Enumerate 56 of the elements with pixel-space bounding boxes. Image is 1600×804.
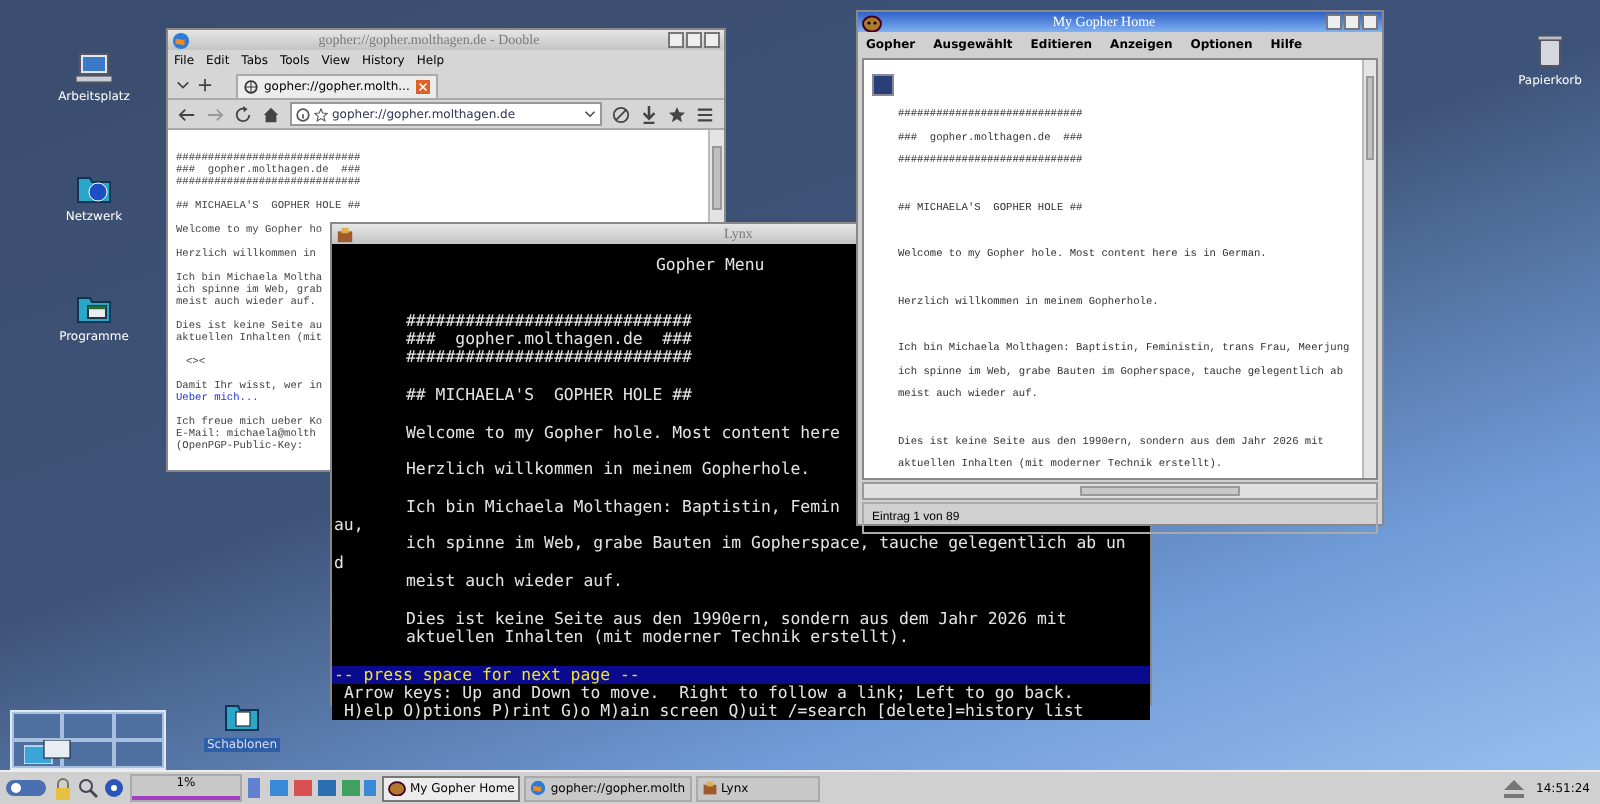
- eject-icon[interactable]: [1504, 779, 1525, 797]
- download-icon[interactable]: [640, 105, 658, 123]
- star-icon[interactable]: [314, 107, 328, 121]
- square-icon: [872, 74, 894, 96]
- terminal-text-line: Dies ist keine Seite aus den 1990ern, sondern aus dem Jahr 2026 mit: [406, 609, 1067, 628]
- terminal-text-line: Ich bin Michaela Molthagen: Baptistin, Femin: [406, 497, 840, 517]
- lock-icon[interactable]: [54, 777, 72, 799]
- terminal-text-line: meist auch wieder auf.: [406, 572, 623, 591]
- key-help-line: Arrow keys: Up and Down to move. Right to follow a link; Left to go back.: [342, 683, 1076, 703]
- globe-icon: [244, 80, 258, 94]
- terminal-text-line: Herzlich willkommen in meinem Gopherhole.: [406, 460, 811, 480]
- close-icon[interactable]: [415, 80, 430, 94]
- chevron-down-icon[interactable]: [176, 78, 190, 92]
- globe-icon: [530, 780, 547, 796]
- app-icon: [336, 225, 354, 243]
- reload-icon[interactable]: [234, 105, 252, 123]
- vertical-scrollbar[interactable]: [1362, 60, 1376, 479]
- quick-launch-icons-drawing[interactable]: [248, 778, 376, 798]
- terminal-text-line: ### gopher.molthagen.de ###: [406, 330, 692, 349]
- info-icon: [296, 107, 310, 121]
- search-icon[interactable]: [78, 778, 98, 798]
- terminal-text-line: ## MICHAELA'S GOPHER HOLE ##: [406, 386, 692, 405]
- mini-windows-icon: [24, 740, 72, 764]
- terminal-text-line: #############################: [406, 311, 692, 331]
- horizontal-scrollbar[interactable]: [862, 482, 1378, 501]
- status-prompt: -- press space for next page --: [332, 665, 1150, 684]
- window-buttons-icon[interactable]: [1326, 14, 1378, 30]
- terminal-text-line: Welcome to my Gopher hole. Most content here: [406, 423, 840, 442]
- gopher-icon: [862, 13, 882, 31]
- home-icon[interactable]: [262, 105, 280, 123]
- dropdown-caret-icon[interactable]: [584, 108, 596, 120]
- terminal-text-line: ich spinne im Web, grabe Bauten im Gopherspace, tauche gelegentlich ab un: [406, 534, 1126, 554]
- terminal-heading: Gopher Menu: [656, 256, 765, 275]
- app-icon: [701, 780, 718, 796]
- menu-icon[interactable]: [696, 105, 714, 123]
- network-folder-icon[interactable]: [76, 172, 112, 204]
- disc-icon[interactable]: [104, 778, 124, 798]
- gopher-icon: [388, 780, 406, 796]
- start-menu-icon[interactable]: [4, 776, 48, 800]
- stop-icon[interactable]: [612, 105, 630, 123]
- vertical-scrollbar[interactable]: [708, 130, 724, 222]
- desktop-pager[interactable]: [10, 710, 166, 770]
- window-buttons-icon[interactable]: [668, 32, 720, 48]
- bookmark-star-icon[interactable]: [668, 105, 686, 123]
- terminal-text-line: d: [334, 553, 344, 573]
- terminal-text-line: #############################: [406, 348, 692, 368]
- plus-icon[interactable]: [198, 78, 212, 92]
- back-icon[interactable]: [178, 105, 196, 123]
- programs-folder-icon[interactable]: [76, 292, 112, 324]
- trash-icon[interactable]: [1536, 32, 1564, 68]
- terminal-text-line: aktuellen Inhalten (mit moderner Technik erstellt).: [406, 627, 909, 647]
- key-help-line: H)elp O)ptions P)rint G)o M)ain screen Q)uit /=search [delete]=history list: [342, 702, 1086, 721]
- globe-icon: [172, 31, 190, 49]
- terminal-text-line: au,: [334, 516, 364, 535]
- computer-icon[interactable]: [76, 52, 112, 84]
- templates-folder-icon[interactable]: [224, 700, 260, 732]
